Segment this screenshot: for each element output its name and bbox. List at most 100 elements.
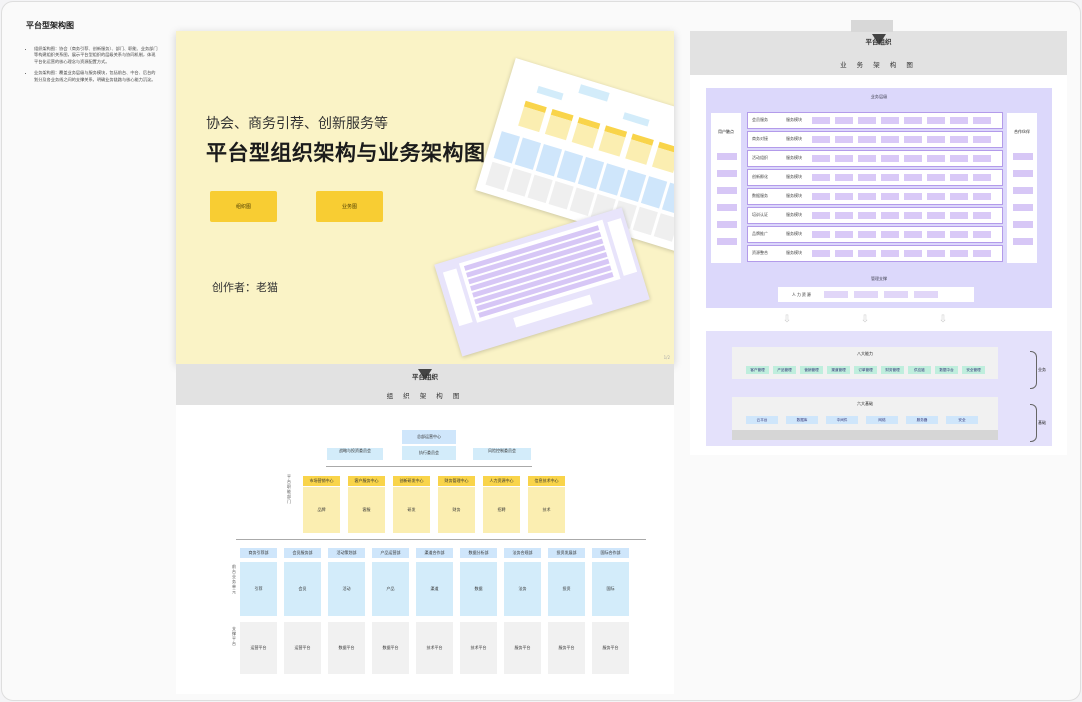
foundation-block: 八大能力 客户管理 产品管理 营销管理 渠道管理 订单管理 财务管理 供应链 数据中台 安全管理… <box>706 331 1052 446</box>
business-row-tag: 服务模块 <box>786 174 802 179</box>
dept-header[interactable]: 客户服务中心 <box>348 476 385 486</box>
business-row[interactable]: 创新孵化 服务模块 <box>747 169 1003 186</box>
business-row[interactable]: 数据服务 服务模块 <box>747 188 1003 205</box>
module-pill <box>927 231 945 238</box>
platform-box: 技术平台 <box>416 622 453 674</box>
unit-header[interactable]: 法务合规部 <box>504 548 541 558</box>
module-pill <box>904 117 922 124</box>
business-row-tag: 服务模块 <box>786 250 802 255</box>
foundation-title: 六大基础 <box>857 401 873 406</box>
tier-label-support: 支撑平台 <box>232 626 236 646</box>
tier-label-frontline: 前台业务单元 <box>232 564 236 594</box>
module-pill <box>881 174 899 181</box>
business-row-label: 数据服务 <box>752 193 768 198</box>
capability-chip[interactable]: 财务管理 <box>881 366 904 374</box>
org-chart-button[interactable]: 组织图 <box>210 191 277 222</box>
foundation-chip[interactable]: 云平台 <box>746 416 778 424</box>
unit-header[interactable]: 会员服务部 <box>284 548 321 558</box>
unit-header[interactable]: 投资发展部 <box>548 548 585 558</box>
down-arrow-icon: ⇩ <box>860 314 870 325</box>
business-chart-header: 平台组织 业 务 架 构 图 <box>690 20 1067 75</box>
foundation-chip[interactable]: 服务器 <box>906 416 938 424</box>
business-row[interactable]: 活动组织 服务模块 <box>747 150 1003 167</box>
module-pill <box>835 174 853 181</box>
business-chart-panel[interactable]: 平台组织 业 务 架 构 图 业务层级 用户触点 合作伙伴 管理支撑 人 力 资… <box>690 20 1067 455</box>
connector-line <box>326 466 532 467</box>
cover-slide[interactable]: 协会、商务引荐、创新服务等 平台型组织架构与业务架构图 组织图 业务图 创作者：… <box>176 31 674 364</box>
module-pill <box>950 117 968 124</box>
module-pill <box>812 174 830 181</box>
platform-box: 服务平台 <box>548 622 585 674</box>
module-pill <box>835 155 853 162</box>
unit-header[interactable]: 国际合作部 <box>592 548 629 558</box>
unit-header[interactable]: 产品运营部 <box>372 548 409 558</box>
notes-list: 组织架构图：协会（商务引荐、创新服务）、部门、职能、业务部门等构建组织关系图，展… <box>24 46 158 88</box>
foundation-chip[interactable]: 数据库 <box>786 416 818 424</box>
org-left-committee: 战略与投资委员会 <box>327 448 383 460</box>
capability-chip[interactable]: 产品管理 <box>773 366 796 374</box>
module-pill <box>927 193 945 200</box>
capability-chip[interactable]: 数据中台 <box>935 366 958 374</box>
dept-header[interactable]: 财务管理中心 <box>438 476 475 486</box>
side-module <box>717 153 737 160</box>
business-row-tag: 服务模块 <box>786 212 802 217</box>
module-pill <box>950 231 968 238</box>
capability-chip[interactable]: 客户管理 <box>746 366 769 374</box>
module-pill <box>973 212 991 219</box>
module-pill <box>858 117 876 124</box>
brace-foundation <box>1030 404 1037 442</box>
business-chart-button[interactable]: 业务图 <box>316 191 383 222</box>
unit-header[interactable]: 商务引荐部 <box>240 548 277 558</box>
platform-box: 数据平台 <box>372 622 409 674</box>
note-item: 组织架构图：协会（商务引荐、创新服务）、部门、职能、业务部门等构建组织关系图，展… <box>34 46 158 65</box>
business-row[interactable]: 会员服务 服务模块 <box>747 112 1003 129</box>
side-module <box>1013 170 1033 177</box>
business-thumbnail-graphic <box>442 218 638 328</box>
business-row[interactable]: 资源整合 服务模块 <box>747 245 1003 262</box>
module-pill <box>835 231 853 238</box>
capability-chip[interactable]: 供应链 <box>908 366 931 374</box>
unit-header[interactable]: 数据分析部 <box>460 548 497 558</box>
module-pill <box>904 250 922 257</box>
business-row[interactable]: 商务对接 服务模块 <box>747 131 1003 148</box>
foundation-chip[interactable]: 中间件 <box>826 416 858 424</box>
module-pill <box>973 231 991 238</box>
business-row[interactable]: 品牌推广 服务模块 <box>747 226 1003 243</box>
module-pill <box>812 193 830 200</box>
module-pill <box>835 250 853 257</box>
down-arrow-icon: ⇩ <box>782 314 792 325</box>
module-pill <box>904 136 922 143</box>
dept-header[interactable]: 市场营销中心 <box>303 476 340 486</box>
foundation-chip[interactable]: 网络 <box>866 416 898 424</box>
business-row-tag: 服务模块 <box>786 155 802 160</box>
dept-header[interactable]: 信息技术中心 <box>528 476 565 486</box>
dept-header[interactable]: 人力资源中心 <box>483 476 520 486</box>
module-pill <box>858 174 876 181</box>
side-module <box>717 221 737 228</box>
dept-box: 技术 <box>528 487 565 533</box>
unit-box: 法务 <box>504 562 541 616</box>
module-pill <box>835 136 853 143</box>
module-pill <box>881 117 899 124</box>
module-pill <box>927 212 945 219</box>
module-pill <box>950 136 968 143</box>
org-chart-panel[interactable]: 平台组织 组 织 架 构 图 总部运营中心 执行委员会 战略与投资委员会 风险控… <box>176 364 674 694</box>
side-module <box>1013 238 1033 245</box>
dept-header[interactable]: 创新研发中心 <box>393 476 430 486</box>
unit-header[interactable]: 活动策划部 <box>328 548 365 558</box>
module-pill <box>812 136 830 143</box>
module-pill <box>835 117 853 124</box>
business-layers-title: 业务层级 <box>870 94 888 99</box>
module-pill <box>973 250 991 257</box>
unit-header[interactable]: 渠道合作部 <box>416 548 453 558</box>
org-chart-header: 平台组织 组 织 架 构 图 <box>176 364 674 405</box>
business-row-tag: 服务模块 <box>786 193 802 198</box>
business-row[interactable]: 培训认证 服务模块 <box>747 207 1003 224</box>
foundation-chip[interactable]: 安全 <box>946 416 978 424</box>
support-title: 管理支撑 <box>871 276 887 281</box>
capability-chip[interactable]: 安全管理 <box>962 366 985 374</box>
capability-chip[interactable]: 营销管理 <box>800 366 823 374</box>
capability-chip[interactable]: 订单管理 <box>854 366 877 374</box>
capability-chip[interactable]: 渠道管理 <box>827 366 850 374</box>
side-module <box>1013 221 1033 228</box>
